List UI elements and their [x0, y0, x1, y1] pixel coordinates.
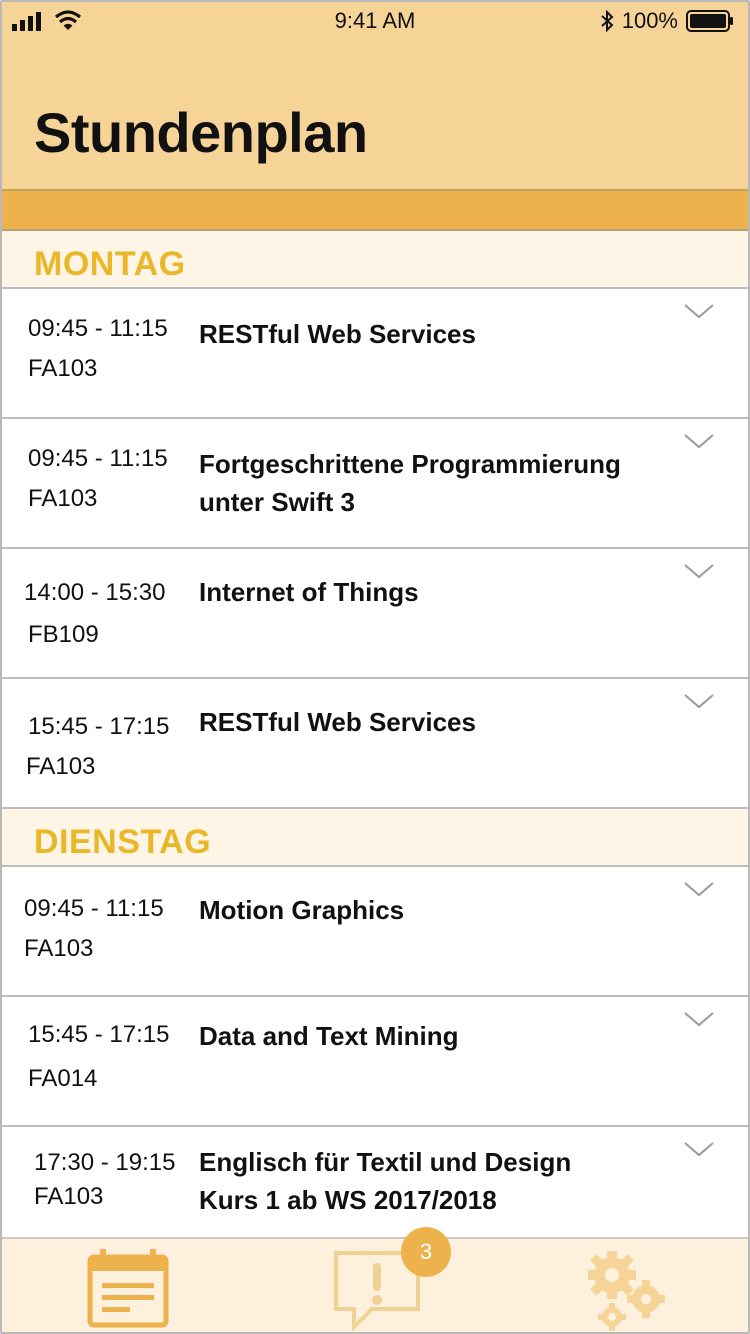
chevron-down-icon[interactable] [684, 693, 714, 711]
schedule-row[interactable]: 17:30 - 19:15 FA103 Englisch für Textil … [2, 1127, 748, 1237]
row-course: RESTful Web Services [199, 707, 476, 737]
schedule-row[interactable]: 14:00 - 15:30 FB109 Internet of Things [2, 549, 748, 679]
row-time: 09:45 - 11:15 [28, 315, 168, 342]
row-time: 14:00 - 15:30 [24, 579, 166, 606]
page-title: Stundenplan [34, 101, 368, 164]
app-frame: 9:41 AM 100% Stundenplan MONTAG 09:45 - … [0, 0, 750, 1334]
tab-bar: 3 [2, 1227, 748, 1332]
tab-schedule[interactable] [84, 1247, 174, 1331]
section-header-monday: MONTAG [2, 231, 748, 289]
row-time: 09:45 - 11:15 [28, 445, 168, 472]
row-room: FA103 [34, 1183, 104, 1210]
chevron-down-icon[interactable] [684, 1011, 714, 1029]
tab-settings[interactable] [582, 1247, 672, 1331]
row-time: 09:45 - 11:15 [24, 895, 164, 922]
schedule-list[interactable]: MONTAG 09:45 - 11:15 FA103 RESTful Web S… [2, 231, 748, 1237]
row-room: FA014 [28, 1065, 98, 1092]
chevron-down-icon[interactable] [684, 303, 714, 321]
row-course: Internet of Things [199, 577, 419, 607]
row-room: FA103 [28, 355, 98, 382]
chevron-down-icon[interactable] [684, 1141, 714, 1159]
calendar-icon [87, 1249, 169, 1328]
schedule-row[interactable]: 09:45 - 11:15 FA103 RESTful Web Services [2, 289, 748, 419]
chevron-down-icon[interactable] [684, 881, 714, 899]
schedule-row[interactable]: 15:45 - 17:15 FA014 Data and Text Mining [2, 997, 748, 1127]
row-room: FA103 [26, 753, 96, 780]
bluetooth-icon [601, 10, 614, 32]
status-bar: 9:41 AM 100% [2, 2, 748, 42]
row-time: 17:30 - 19:15 [34, 1149, 176, 1176]
notification-badge: 3 [401, 1227, 451, 1277]
row-course: Fortgeschrittene Programmierung unter Sw… [199, 449, 621, 517]
battery-percent: 100% [621, 8, 678, 33]
schedule-row[interactable]: 09:45 - 11:15 FA103 Fortgeschrittene Pro… [2, 419, 748, 549]
row-course: Motion Graphics [199, 895, 405, 925]
schedule-row[interactable]: 09:45 - 11:15 FA103 Motion Graphics [2, 867, 748, 997]
row-room: FA103 [24, 935, 94, 962]
row-room: FB109 [28, 621, 99, 648]
row-room: FA103 [28, 485, 98, 512]
row-course: Englisch für Textil und Design Kurs 1 ab… [199, 1147, 572, 1215]
gears-icon [588, 1251, 665, 1331]
section-day-label: DIENSTAG [34, 823, 212, 861]
row-time: 15:45 - 17:15 [28, 1021, 170, 1048]
section-day-label: MONTAG [34, 245, 186, 283]
schedule-row[interactable]: 15:45 - 17:15 FA103 RESTful Web Services [2, 679, 748, 809]
battery-icon [686, 10, 733, 32]
header-accent-band [2, 189, 748, 231]
status-right: 100% [600, 8, 734, 34]
chevron-down-icon[interactable] [684, 433, 714, 451]
header: 9:41 AM 100% Stundenplan [2, 2, 748, 189]
row-time: 15:45 - 17:15 [28, 713, 170, 740]
section-header-tuesday: DIENSTAG [2, 809, 748, 867]
chevron-down-icon[interactable] [684, 563, 714, 581]
row-course: Data and Text Mining [199, 1021, 459, 1051]
row-course: RESTful Web Services [199, 319, 476, 349]
